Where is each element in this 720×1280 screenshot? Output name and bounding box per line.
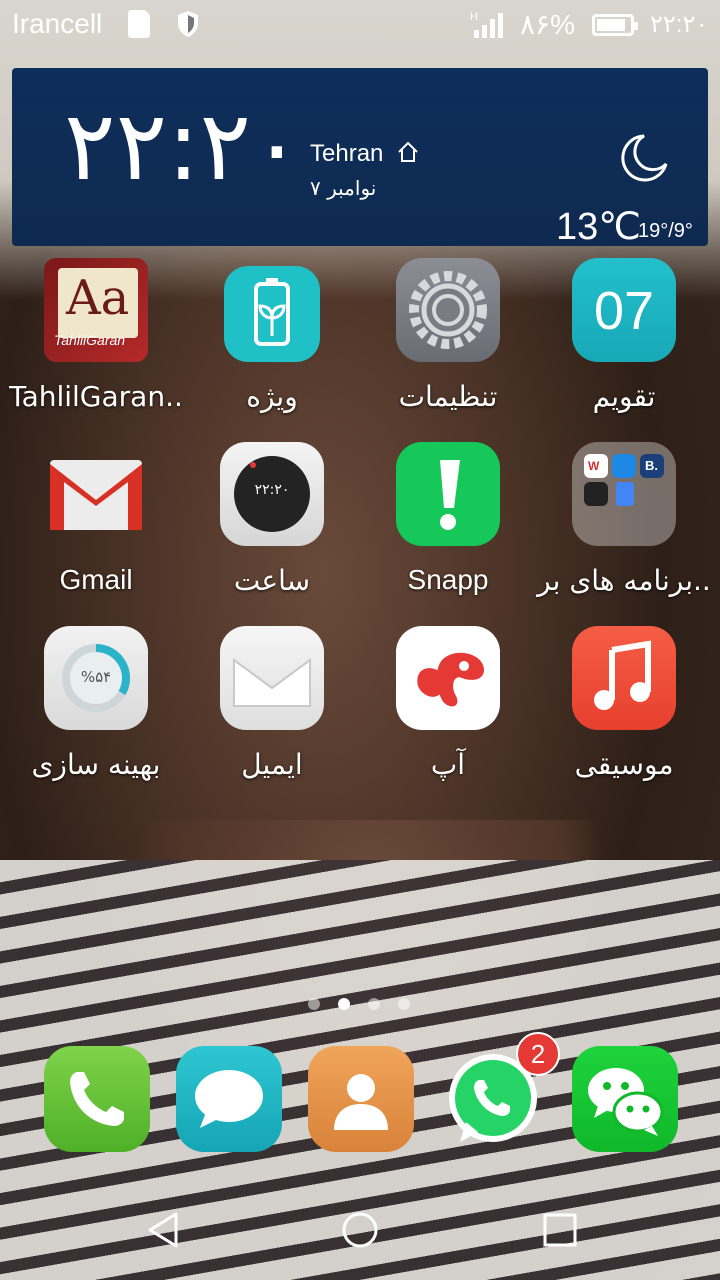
app-label: آپ (430, 748, 466, 781)
phone-icon (44, 1072, 150, 1156)
battery-icon (592, 14, 638, 36)
calendar-day: 07 (593, 281, 655, 341)
app-label: تنظیمات (398, 380, 498, 413)
snapp-icon[interactable] (396, 442, 500, 546)
page-dot[interactable] (368, 998, 380, 1010)
app-tahlilgaran[interactable]: Aa TahlilGaran TahlilGaran.. (6, 258, 186, 413)
app-gmail[interactable]: Gmail (6, 442, 186, 596)
contacts-icon (308, 1074, 414, 1156)
app-snapp[interactable]: Snapp (358, 442, 538, 596)
widget-city[interactable]: Tehran (310, 140, 383, 168)
carrier-name: Irancell (12, 8, 103, 39)
dictionary-aa-icon[interactable]: Aa TahlilGaran (44, 258, 148, 362)
dock-contacts-button[interactable] (308, 1046, 414, 1152)
app-label: Snapp (407, 564, 489, 595)
app-label: برنامه های بر.. (537, 564, 711, 597)
widget-temperature: 13℃ (556, 206, 641, 248)
app-label: ایمیل (241, 748, 303, 781)
app-label: TahlilGaran.. (9, 380, 183, 413)
app-vizheh[interactable]: ویژه (182, 266, 362, 413)
calendar-icon[interactable]: 07 (572, 258, 676, 362)
app-label: موسیقی (574, 748, 674, 781)
ap-icon[interactable] (396, 626, 500, 730)
wechat-icon (572, 1068, 678, 1156)
folder-icon[interactable]: W B. (572, 442, 676, 546)
app-email[interactable]: ایمیل (182, 626, 362, 781)
app-label: ساعت (233, 564, 311, 597)
dock-wechat-button[interactable] (572, 1046, 678, 1152)
page-dot-active[interactable] (338, 998, 350, 1010)
clock-icon[interactable]: ۲۲:۲۰ (220, 442, 324, 546)
app-label: تقویم (592, 380, 656, 413)
messages-icon (176, 1070, 282, 1156)
optimizer-icon[interactable]: %۵۴ (44, 626, 148, 730)
app-calendar[interactable]: 07 تقویم (534, 258, 714, 413)
recents-icon[interactable] (538, 1208, 582, 1252)
widget-clock[interactable]: ۲۲:۲۰ (64, 98, 303, 194)
widget-date: ۷ نوامبر (310, 176, 377, 200)
app-clock[interactable]: ۲۲:۲۰ ساعت (182, 442, 362, 597)
status-bar: Irancell H ۸۶% ۲۲:۲۰ (0, 0, 720, 52)
app-folder[interactable]: W B. برنامه های بر.. (534, 442, 714, 597)
weather-clock-widget[interactable]: ۲۲:۲۰ Tehran ۷ نوامبر 13℃ 19°/9° (12, 68, 708, 248)
back-icon[interactable] (142, 1208, 186, 1252)
dock-whatsapp-button[interactable]: 2 (440, 1032, 560, 1152)
gear-icon[interactable] (396, 258, 500, 362)
gmail-icon[interactable] (44, 442, 148, 546)
clock-face-time: ۲۲:۲۰ (254, 482, 290, 498)
navigation-bar (0, 1180, 720, 1280)
whatsapp-icon (440, 1054, 546, 1156)
battery-leaf-icon[interactable] (224, 266, 320, 362)
app-settings[interactable]: تنظیمات (358, 258, 538, 413)
home-icon (396, 140, 420, 164)
app-label: Gmail (59, 564, 133, 595)
notification-badge: 2 (516, 1032, 560, 1076)
app-optimizer[interactable]: %۵۴ بهینه سازی (6, 626, 186, 781)
home-button-icon[interactable] (338, 1208, 382, 1252)
app-label: ویژه (246, 380, 298, 413)
music-icon[interactable] (572, 626, 676, 730)
app-ap[interactable]: آپ (358, 626, 538, 781)
shield-icon (176, 10, 200, 38)
svg-text:H: H (470, 11, 478, 23)
dock-phone-button[interactable] (44, 1046, 150, 1152)
status-time: ۲۲:۲۰ (650, 11, 709, 38)
email-icon[interactable] (220, 626, 324, 730)
battery-percent: ۸۶% (520, 9, 575, 40)
sim-card-icon (128, 10, 150, 38)
page-dot[interactable] (308, 998, 320, 1010)
optimizer-percent: %۵۴ (80, 668, 112, 686)
widget-temp-range: 19°/9° (638, 220, 693, 242)
moon-icon (614, 130, 670, 186)
signal-h-icon: H (470, 10, 506, 40)
app-label: بهینه سازی (31, 748, 161, 781)
page-dot[interactable] (398, 998, 410, 1010)
dock-messages-button[interactable] (176, 1046, 282, 1152)
app-music[interactable]: موسیقی (534, 626, 714, 781)
